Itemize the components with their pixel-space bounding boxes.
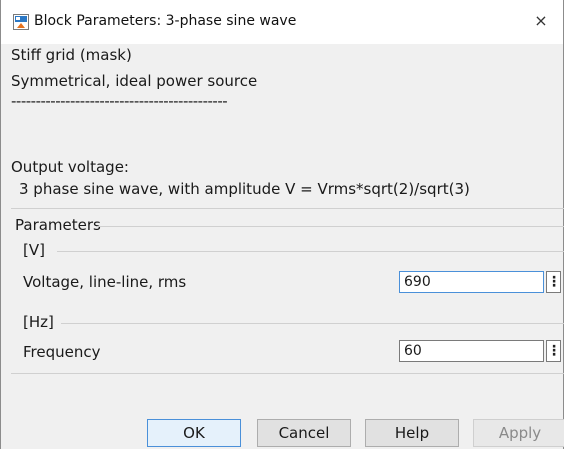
kebab-menu-icon: ⋮: [547, 343, 561, 359]
close-icon: ×: [534, 11, 548, 30]
parameters-section-title: Parameters: [15, 216, 101, 234]
title-bar[interactable]: Block Parameters: 3-phase sine wave ×: [1, 0, 563, 44]
mask-output-title: Output voltage:: [11, 158, 129, 176]
parameters-frame-line: [97, 226, 564, 227]
help-button[interactable]: Help: [365, 419, 459, 447]
cancel-button[interactable]: Cancel: [257, 419, 351, 447]
parameters-bottom-line: [11, 373, 564, 374]
mask-output-description: 3 phase sine wave, with amplitude V = Vr…: [19, 180, 470, 198]
mask-separator-text: ----------------------------------------…: [11, 92, 228, 110]
voltage-unit-label: [V]: [23, 241, 45, 259]
description-divider: [11, 208, 564, 209]
mask-type-label: Stiff grid (mask): [11, 46, 132, 64]
frequency-unit-label: [Hz]: [23, 313, 54, 331]
kebab-menu-icon: ⋮: [547, 274, 561, 290]
simulink-block-icon: [13, 14, 29, 30]
voltage-input[interactable]: [399, 271, 544, 293]
frequency-label: Frequency: [23, 343, 101, 361]
block-parameters-dialog: Block Parameters: 3-phase sine wave × St…: [0, 0, 564, 449]
voltage-group-line: [57, 251, 564, 252]
window-title: Block Parameters: 3-phase sine wave: [34, 13, 297, 29]
frequency-group-line: [61, 323, 564, 324]
ok-button[interactable]: OK: [147, 419, 241, 447]
mask-description: Symmetrical, ideal power source: [11, 72, 258, 90]
close-button[interactable]: ×: [526, 8, 556, 34]
frequency-input[interactable]: [399, 340, 544, 362]
frequency-options-button[interactable]: ⋮: [546, 340, 561, 362]
apply-button[interactable]: Apply: [473, 419, 564, 447]
voltage-options-button[interactable]: ⋮: [546, 271, 561, 293]
voltage-label: Voltage, line-line, rms: [23, 273, 187, 291]
